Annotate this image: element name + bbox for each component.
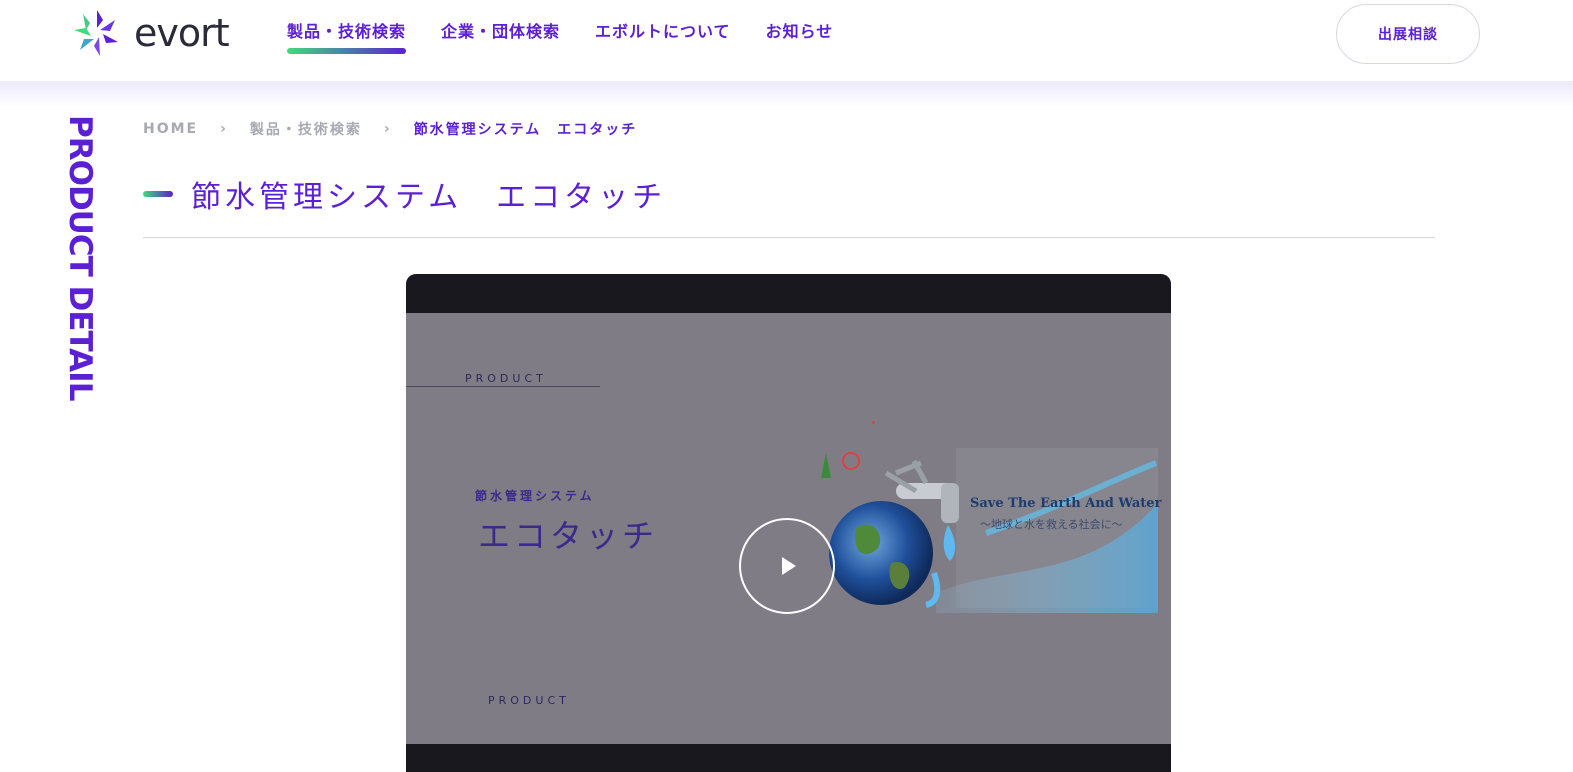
video-label-top: PRODUCT bbox=[465, 372, 547, 385]
evort-logo-icon bbox=[74, 10, 118, 56]
nav-product-search[interactable]: 製品・技術検索 bbox=[287, 22, 407, 54]
nav-about[interactable]: エボルトについて bbox=[595, 22, 731, 42]
video-title: エコタッチ bbox=[478, 517, 659, 555]
video-frame: PRODUCT 節水管理システム エコタッチ PRODUCT Save The … bbox=[406, 313, 1171, 744]
logo[interactable]: evort bbox=[70, 6, 230, 60]
red-dot bbox=[872, 421, 875, 424]
breadcrumb-home[interactable]: HOME bbox=[143, 121, 198, 137]
header-shadow bbox=[0, 81, 1573, 107]
breadcrumb-current: 節水管理システム エコタッチ bbox=[413, 122, 638, 138]
breadcrumb-category[interactable]: 製品・技術検索 bbox=[250, 119, 362, 139]
video-label-bottom: PRODUCT bbox=[488, 694, 570, 707]
title-accent-bar bbox=[143, 191, 173, 197]
nav-news[interactable]: お知らせ bbox=[766, 22, 834, 42]
site-header: evort 製品・技術検索 企業・団体検索 エボルトについて お知らせ 出展相談 bbox=[0, 0, 1573, 81]
product-video-player[interactable]: PRODUCT 節水管理システム エコタッチ PRODUCT Save The … bbox=[406, 274, 1171, 772]
nav-company-search[interactable]: 企業・団体検索 bbox=[441, 22, 560, 42]
breadcrumb: HOME › 製品・技術検索 › 節水管理システム エコタッチ bbox=[143, 119, 637, 139]
video-tagline-jp: 〜地球と水を救える社会に〜 bbox=[980, 518, 1123, 531]
play-button[interactable] bbox=[739, 518, 835, 614]
page-title-block: 節水管理システム エコタッチ bbox=[143, 172, 666, 216]
main-nav: 製品・技術検索 企業・団体検索 エボルトについて お知らせ bbox=[287, 22, 868, 54]
side-section-label: PRODUCT DETAIL bbox=[62, 115, 98, 401]
chevron-right-icon: › bbox=[383, 121, 392, 137]
chevron-right-icon: › bbox=[220, 121, 228, 137]
exhibit-consult-button[interactable]: 出展相談 bbox=[1336, 4, 1480, 64]
logo-text: evort bbox=[134, 11, 230, 55]
video-divider-line bbox=[406, 386, 600, 387]
title-divider bbox=[143, 237, 1435, 238]
play-icon bbox=[782, 557, 796, 575]
video-subtitle: 節水管理システム bbox=[475, 489, 595, 503]
page-title: 節水管理システム エコタッチ bbox=[191, 180, 667, 215]
video-tagline-en: Save The Earth And Water bbox=[970, 496, 1162, 511]
